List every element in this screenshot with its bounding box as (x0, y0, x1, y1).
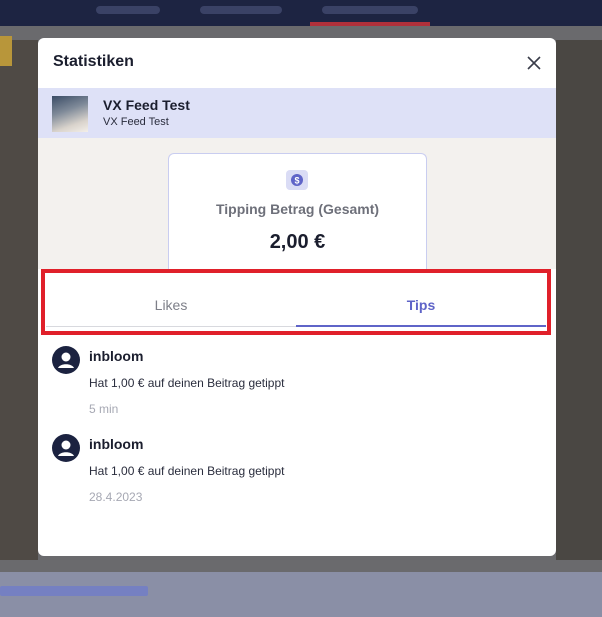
entry-timestamp: 5 min (89, 402, 119, 416)
dollar-circle-icon: $ (286, 170, 308, 190)
close-icon[interactable] (526, 55, 542, 71)
tab-tips-label: Tips (406, 297, 436, 313)
entry-username: inbloom (89, 348, 144, 364)
modal-title: Statistiken (53, 53, 134, 70)
tab-likes[interactable]: Likes (46, 271, 296, 327)
list-item: inbloom Hat 1,00 € auf deinen Beitrag ge… (38, 431, 556, 519)
user-avatar-icon (52, 346, 80, 374)
post-row: VX Feed Test VX Feed Test (38, 88, 556, 138)
post-title: VX Feed Test (103, 97, 190, 113)
svg-text:$: $ (294, 176, 299, 186)
entry-timestamp: 28.4.2023 (89, 490, 143, 504)
tab-bar: Likes Tips (46, 271, 546, 327)
backdrop-footer (0, 572, 602, 617)
post-subtitle: VX Feed Test (103, 116, 169, 128)
backdrop-topbar (0, 0, 602, 26)
stat-value: 2,00 € (269, 231, 326, 253)
list-item: inbloom Hat 1,00 € auf deinen Beitrag ge… (38, 343, 556, 431)
modal-header: Statistiken (38, 38, 556, 88)
entry-message: Hat 1,00 € auf deinen Beitrag getippt (89, 376, 285, 390)
user-avatar-icon (52, 434, 80, 462)
stat-label: Tipping Betrag (Gesamt) (215, 201, 380, 217)
entry-username: inbloom (89, 436, 144, 452)
tab-tips[interactable]: Tips (296, 271, 546, 327)
post-thumbnail (52, 96, 88, 132)
entry-message: Hat 1,00 € auf deinen Beitrag getippt (89, 464, 285, 478)
statistics-modal: Statistiken VX Feed Test VX Feed Test $ … (38, 38, 556, 556)
stats-area: $ Tipping Betrag (Gesamt) 2,00 € (38, 138, 556, 271)
tab-likes-label: Likes (154, 297, 188, 313)
tipping-stat-card: $ Tipping Betrag (Gesamt) 2,00 € (168, 153, 427, 271)
